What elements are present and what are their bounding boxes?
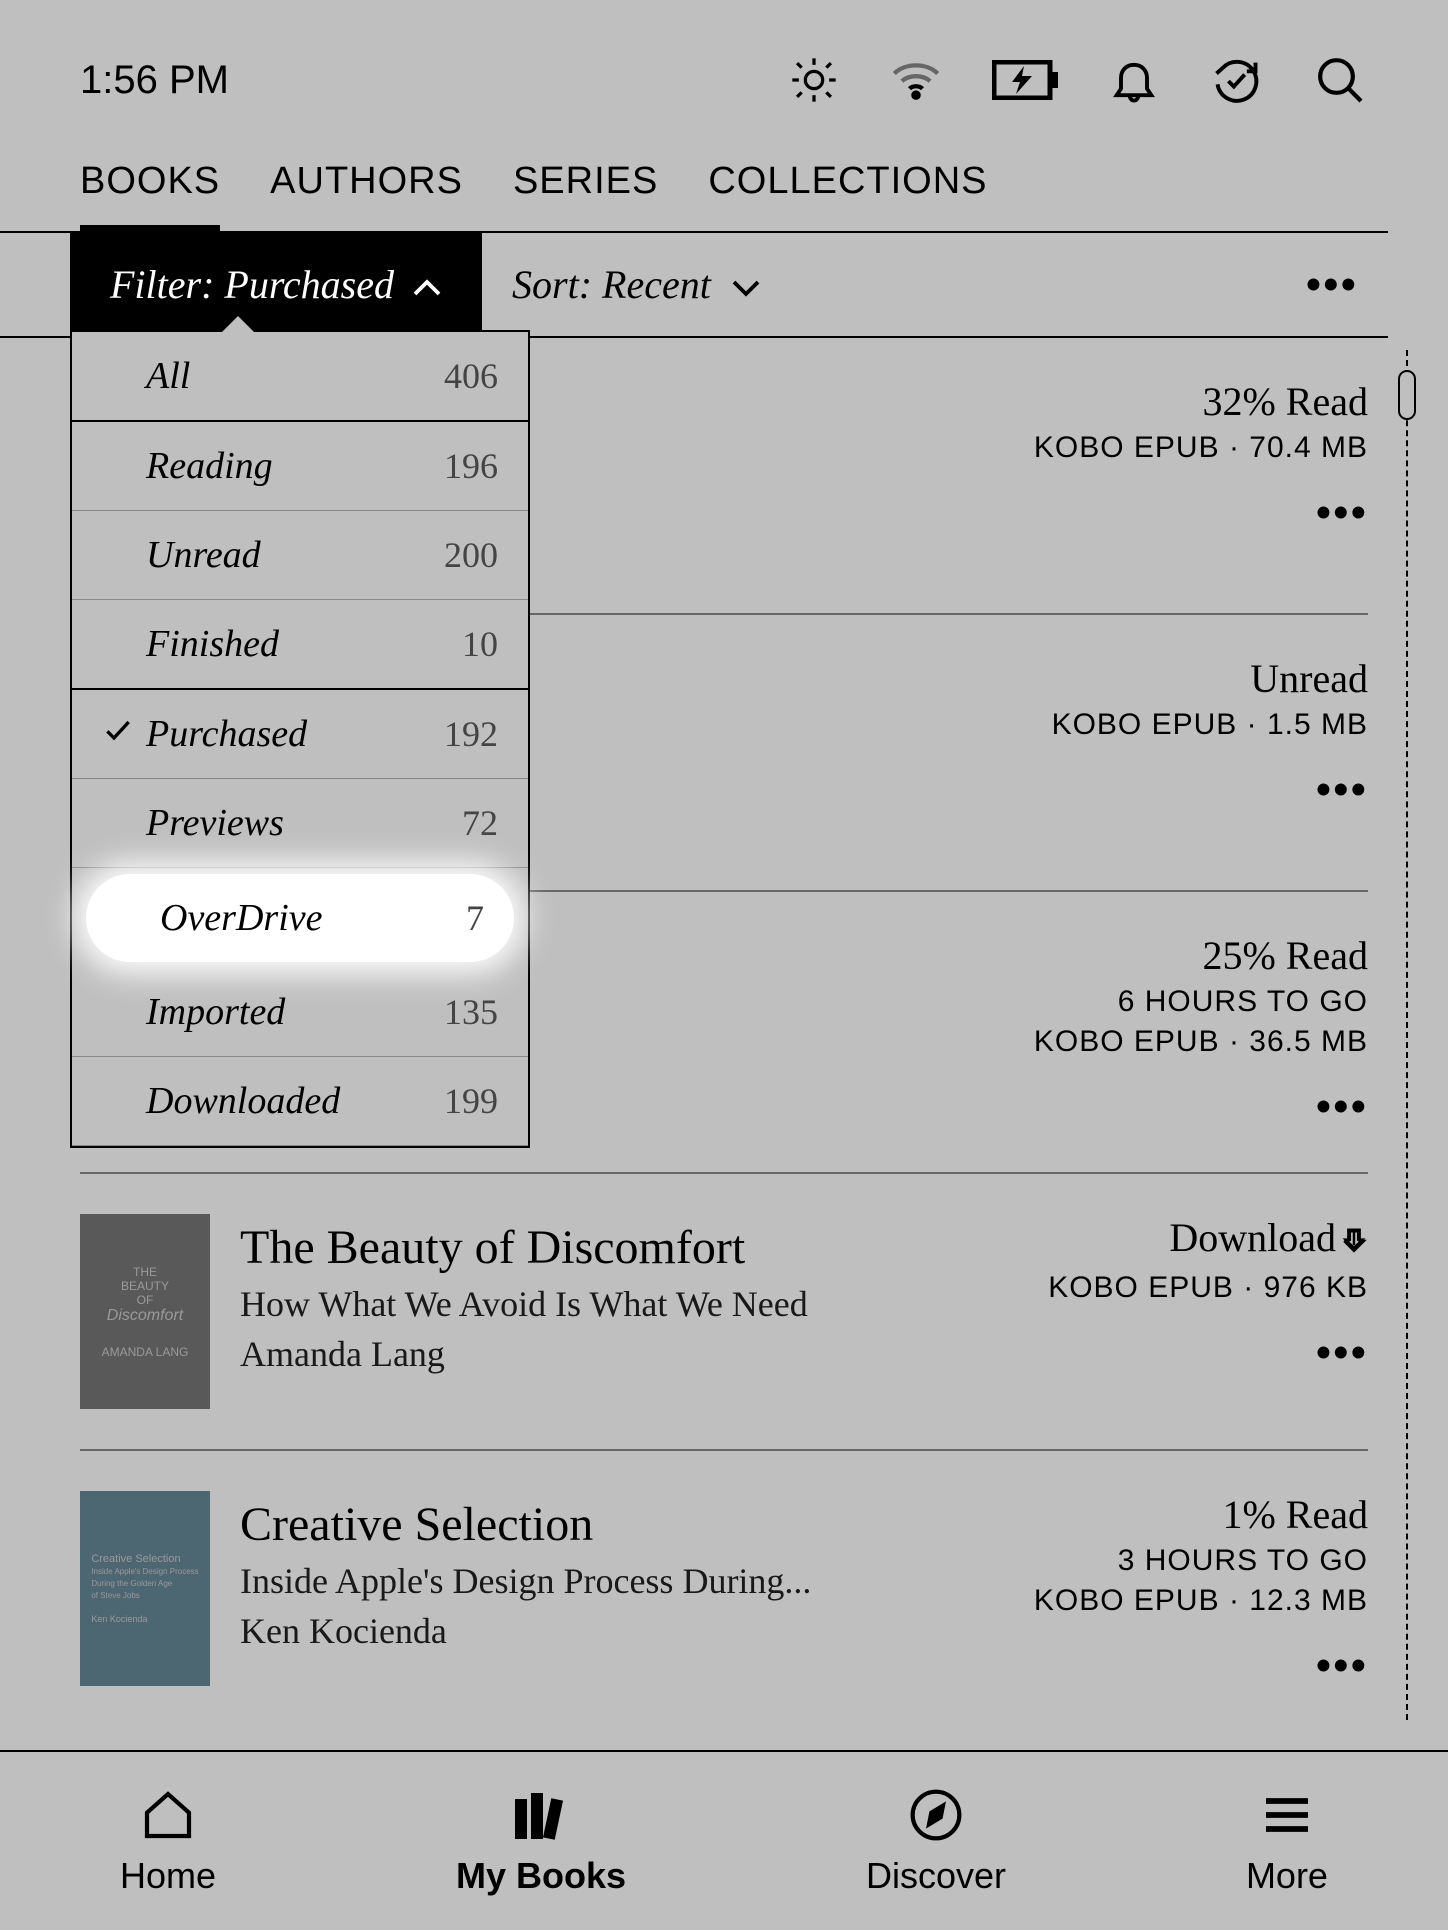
filter-option-unread[interactable]: Unread200 (72, 511, 528, 600)
book-subtitle: How What We Avoid Is What We Need (240, 1283, 978, 1325)
toolbar-more-button[interactable]: ••• (1306, 259, 1388, 310)
filter-option-finished[interactable]: Finished10 (72, 600, 528, 690)
book-time: 6 HOURS TO GO (1008, 985, 1368, 1019)
book-format: KOBO EPUB · 70.4 MB (1008, 431, 1368, 465)
scroll-track (1406, 350, 1408, 1720)
filter-option-label: Imported (146, 990, 444, 1034)
sort-button[interactable]: Sort: Recent (482, 233, 791, 336)
filter-option-imported[interactable]: Imported135 (72, 968, 528, 1057)
book-author: Amanda Lang (240, 1333, 978, 1375)
nav-more[interactable]: More (1246, 1785, 1328, 1897)
book-time: 3 HOURS TO GO (1008, 1544, 1368, 1578)
nav-discover[interactable]: Discover (866, 1785, 1006, 1897)
filter-option-downloaded[interactable]: Downloaded199 (72, 1057, 528, 1146)
list-item[interactable]: Creative Selection Inside Apple's Design … (80, 1451, 1368, 1731)
filter-option-count: 200 (444, 534, 498, 576)
bottom-nav: Home My Books Discover More (0, 1750, 1448, 1930)
book-format: KOBO EPUB · 1.5 MB (1008, 708, 1368, 742)
filter-option-count: 406 (444, 355, 498, 397)
sort-label: Sort: Recent (512, 261, 711, 308)
book-more-button[interactable]: ••• (1008, 487, 1368, 538)
book-status: 32% Read (1008, 378, 1368, 425)
check-icon (102, 712, 146, 756)
books-icon (511, 1785, 571, 1845)
menu-icon (1259, 1785, 1315, 1845)
book-cover: THEBEAUTYOFDiscomfortAMANDA LANG (80, 1214, 210, 1409)
book-status: 1% Read (1008, 1491, 1368, 1538)
filter-option-previews[interactable]: Previews72 (72, 779, 528, 868)
filter-label: Filter: Purchased (110, 261, 394, 308)
book-title: Creative Selection (240, 1497, 978, 1552)
book-author: Ken Kocienda (240, 1610, 978, 1652)
book-status: 25% Read (1008, 932, 1368, 979)
nav-label: More (1246, 1855, 1328, 1897)
book-format: KOBO EPUB · 12.3 MB (1008, 1584, 1368, 1618)
brightness-icon[interactable] (788, 54, 840, 106)
filter-option-reading[interactable]: Reading196 (72, 422, 528, 511)
filter-option-label: Finished (146, 622, 462, 666)
filter-option-label: Previews (146, 801, 462, 845)
book-title: The Beauty of Discomfort (240, 1220, 978, 1275)
nav-home[interactable]: Home (120, 1785, 216, 1897)
filter-option-count: 10 (462, 623, 498, 665)
book-cover: Creative SelectionInside Apple's Design … (80, 1491, 210, 1686)
wifi-icon[interactable] (890, 54, 942, 106)
book-more-button[interactable]: ••• (1008, 1081, 1368, 1132)
nav-my-books[interactable]: My Books (456, 1785, 626, 1897)
status-bar: 1:56 PM (0, 0, 1448, 140)
library-tabs: BOOKS AUTHORS SERIES COLLECTIONS (0, 140, 1448, 231)
filter-dropdown: All406Reading196Unread200Finished10Purch… (70, 330, 530, 1148)
nav-label: My Books (456, 1855, 626, 1897)
filter-option-count: 135 (444, 991, 498, 1033)
list-item[interactable]: THEBEAUTYOFDiscomfortAMANDA LANG The Bea… (80, 1174, 1368, 1451)
compass-icon (908, 1785, 964, 1845)
sync-icon[interactable] (1210, 54, 1262, 106)
filter-option-label: Purchased (146, 712, 444, 756)
filter-option-purchased[interactable]: Purchased192 (72, 690, 528, 779)
filter-option-count: 72 (462, 802, 498, 844)
filter-button[interactable]: Filter: Purchased (70, 233, 482, 336)
filter-option-count: 196 (444, 445, 498, 487)
filter-option-label: Downloaded (146, 1079, 444, 1123)
battery-charging-icon[interactable] (992, 60, 1058, 100)
filter-sort-bar: Filter: Purchased Sort: Recent ••• (0, 231, 1388, 338)
filter-option-label: Reading (146, 444, 444, 488)
dropdown-arrow (222, 316, 254, 332)
status-icons (788, 52, 1368, 108)
nav-label: Home (120, 1855, 216, 1897)
filter-option-label: Unread (146, 533, 444, 577)
search-icon[interactable] (1312, 52, 1368, 108)
tab-authors[interactable]: AUTHORS (270, 160, 463, 231)
tab-books[interactable]: BOOKS (80, 160, 220, 231)
book-subtitle: Inside Apple's Design Process During... (240, 1560, 978, 1602)
nav-label: Discover (866, 1855, 1006, 1897)
download-icon (1340, 1218, 1368, 1265)
book-status: Unread (1008, 655, 1368, 702)
book-more-button[interactable]: ••• (1008, 1640, 1368, 1691)
status-time: 1:56 PM (80, 58, 229, 103)
notification-bell-icon[interactable] (1108, 54, 1160, 106)
book-download-button[interactable]: Download (1008, 1214, 1368, 1265)
filter-option-all[interactable]: All406 (72, 332, 528, 422)
filter-option-overdrive[interactable]: OverDrive7 (86, 874, 514, 962)
book-more-button[interactable]: ••• (1008, 1327, 1368, 1378)
book-more-button[interactable]: ••• (1008, 764, 1368, 815)
tab-series[interactable]: SERIES (513, 160, 658, 231)
filter-option-label: All (146, 354, 444, 398)
tab-collections[interactable]: COLLECTIONS (708, 160, 987, 231)
scroll-thumb[interactable] (1398, 370, 1416, 420)
chevron-down-icon (731, 261, 761, 308)
book-format: KOBO EPUB · 976 KB (1008, 1271, 1368, 1305)
home-icon (140, 1785, 196, 1845)
book-format: KOBO EPUB · 36.5 MB (1008, 1025, 1368, 1059)
filter-option-label: OverDrive (160, 896, 466, 940)
filter-option-count: 192 (444, 713, 498, 755)
chevron-up-icon (412, 261, 442, 308)
filter-option-count: 7 (466, 897, 484, 939)
filter-option-count: 199 (444, 1080, 498, 1122)
